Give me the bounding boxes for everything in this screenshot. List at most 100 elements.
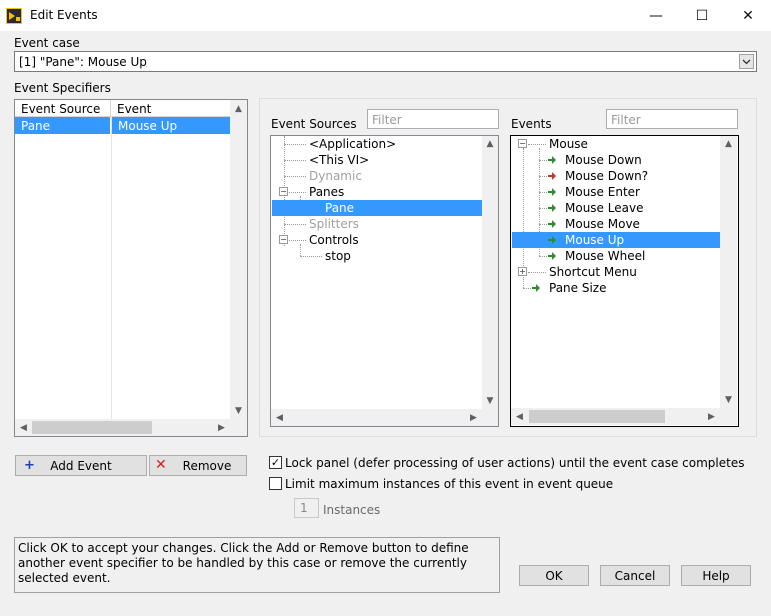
add-event-button[interactable]: + Add Event xyxy=(15,455,147,476)
event-sources-filter-input[interactable]: Filter xyxy=(367,109,499,129)
column-header-event-source[interactable]: Event Source xyxy=(15,100,111,117)
tree-item-stop[interactable]: stop xyxy=(325,248,351,264)
ok-button[interactable]: OK xyxy=(519,565,589,586)
limit-instances-label: Limit maximum instances of this event in… xyxy=(285,477,614,491)
event-arrow-icon xyxy=(548,252,556,260)
tree-guide-line xyxy=(539,176,547,177)
remove-button[interactable]: ✕ Remove xyxy=(149,455,247,476)
event-case-select[interactable]: [1] "Pane": Mouse Up xyxy=(14,51,757,72)
column-header-event[interactable]: Event xyxy=(111,100,230,117)
tree-item-dynamic: Dynamic xyxy=(309,169,362,183)
scroll-up-icon[interactable]: ▲ xyxy=(230,100,247,117)
tree-item-this-vi[interactable]: <This VI> xyxy=(309,152,369,168)
tree-guide-line xyxy=(539,160,547,161)
tree-item-splitters: Splitters xyxy=(309,217,359,231)
scroll-up-icon[interactable]: ▲ xyxy=(720,136,737,152)
scroll-right-icon[interactable]: ▶ xyxy=(703,408,720,425)
event-arrow-icon xyxy=(548,236,556,244)
tree-item-mouse[interactable]: Mouse xyxy=(549,136,588,152)
tree-item-mouse-down[interactable]: Mouse Down xyxy=(565,152,642,168)
table-row-event[interactable]: Mouse Up xyxy=(112,117,230,134)
tree-guide-line xyxy=(539,208,547,209)
horizontal-scrollbar[interactable]: ◀ ▶ xyxy=(511,408,737,425)
tree-guide-line xyxy=(300,244,301,256)
window-title: Edit Events xyxy=(30,8,98,22)
scroll-left-icon[interactable]: ◀ xyxy=(15,419,32,436)
events-tree[interactable]: − + Mouse Mouse Down Mouse Down? Mouse E… xyxy=(510,135,739,427)
event-sources-tree[interactable]: − − <Application> <This VI> Dynamic Pane… xyxy=(270,135,499,427)
event-specifiers-list[interactable]: Event Source Event Pane Mouse Up ▲ ▼ ◀ ▶ xyxy=(14,99,248,437)
cancel-button[interactable]: Cancel xyxy=(600,565,670,586)
tree-guide-line xyxy=(284,144,306,145)
lock-panel-checkbox[interactable]: ✓ xyxy=(269,456,282,469)
tree-guide-line xyxy=(284,160,306,161)
add-event-label: Add Event xyxy=(50,458,112,473)
event-arrow-icon xyxy=(548,188,556,196)
scroll-left-icon[interactable]: ◀ xyxy=(511,408,528,425)
minimize-button[interactable]: — xyxy=(633,0,679,31)
tree-item-shortcut-menu[interactable]: Shortcut Menu xyxy=(549,264,637,280)
event-arrow-icon xyxy=(548,204,556,212)
plus-icon: + xyxy=(24,458,35,473)
tree-guide-line xyxy=(528,272,546,273)
tree-guide-line xyxy=(284,176,306,177)
event-case-label: Event case xyxy=(14,36,80,50)
horizontal-scrollbar[interactable]: ◀ ▶ xyxy=(271,409,498,426)
scroll-right-icon[interactable]: ▶ xyxy=(213,419,230,436)
tree-guide-line xyxy=(539,256,547,257)
vertical-scrollbar[interactable]: ▲ ▼ xyxy=(482,136,498,409)
scroll-right-icon[interactable]: ▶ xyxy=(465,409,482,426)
tree-guide-line xyxy=(539,192,547,193)
collapse-icon[interactable]: − xyxy=(518,139,527,148)
horizontal-scrollbar[interactable]: ◀ ▶ xyxy=(15,419,247,436)
instances-field: 1 xyxy=(294,498,319,518)
scroll-down-icon[interactable]: ▼ xyxy=(720,392,737,408)
tree-guide-line xyxy=(284,224,306,225)
tree-item-controls[interactable]: Controls xyxy=(309,232,359,248)
collapse-icon[interactable]: − xyxy=(279,187,288,196)
tree-item-mouse-wheel[interactable]: Mouse Wheel xyxy=(565,248,645,264)
tree-guide-line xyxy=(523,288,531,289)
tree-item-pane[interactable]: Pane xyxy=(272,200,482,216)
event-sources-label: Event Sources xyxy=(271,117,357,131)
tree-item-application[interactable]: <Application> xyxy=(309,136,396,152)
event-case-value: [1] "Pane": Mouse Up xyxy=(19,55,147,69)
expand-icon[interactable]: + xyxy=(518,267,527,276)
limit-instances-checkbox[interactable] xyxy=(269,477,282,490)
events-label: Events xyxy=(511,117,552,131)
tree-item-pane-size[interactable]: Pane Size xyxy=(549,280,607,296)
tree-item-mouse-down-filter[interactable]: Mouse Down? xyxy=(565,168,648,184)
tree-item-mouse-enter[interactable]: Mouse Enter xyxy=(565,184,640,200)
scroll-down-icon[interactable]: ▼ xyxy=(482,393,498,409)
table-row-source[interactable]: Pane xyxy=(15,117,111,134)
help-text: Click OK to accept your changes. Click t… xyxy=(14,537,500,593)
vertical-scrollbar[interactable]: ▲ ▼ xyxy=(720,136,737,408)
chevron-down-icon[interactable] xyxy=(739,54,754,69)
scroll-thumb[interactable] xyxy=(529,410,665,423)
scroll-down-icon[interactable]: ▼ xyxy=(230,402,247,419)
event-arrow-icon xyxy=(548,220,556,228)
remove-x-icon: ✕ xyxy=(155,457,167,473)
tree-item-mouse-move[interactable]: Mouse Move xyxy=(565,216,640,232)
lock-panel-label: Lock panel (defer processing of user act… xyxy=(285,456,745,470)
events-filter-input[interactable]: Filter xyxy=(606,109,738,129)
tree-item-panes[interactable]: Panes xyxy=(309,184,344,200)
scroll-thumb[interactable] xyxy=(32,421,152,434)
scroll-up-icon[interactable]: ▲ xyxy=(482,136,498,152)
help-button[interactable]: Help xyxy=(681,565,751,586)
column-divider xyxy=(111,117,112,420)
labview-app-icon xyxy=(6,8,22,24)
event-arrow-icon xyxy=(548,156,556,164)
tree-guide-line xyxy=(539,224,547,225)
tree-guide-line xyxy=(528,144,546,145)
vertical-scrollbar[interactable]: ▲ ▼ xyxy=(230,100,247,419)
title-bar: Edit Events — ☐ ✕ xyxy=(0,0,771,31)
tree-guide-line xyxy=(289,240,306,241)
maximize-button[interactable]: ☐ xyxy=(679,0,725,31)
scroll-left-icon[interactable]: ◀ xyxy=(271,409,288,426)
close-button[interactable]: ✕ xyxy=(725,0,771,31)
collapse-icon[interactable]: − xyxy=(279,235,288,244)
tree-item-mouse-leave[interactable]: Mouse Leave xyxy=(565,200,643,216)
tree-item-mouse-up[interactable]: Mouse Up xyxy=(512,232,720,248)
remove-label: Remove xyxy=(182,458,232,473)
